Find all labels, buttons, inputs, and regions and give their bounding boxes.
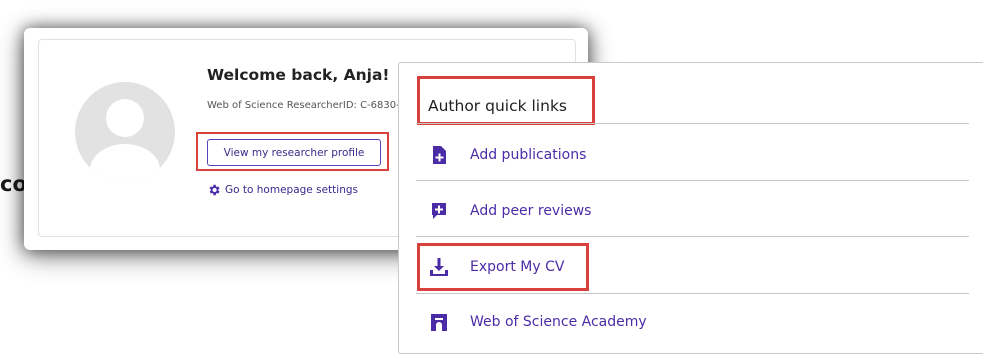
profile-button-highlight — [196, 132, 389, 171]
export-cv-link[interactable]: Export My CV — [428, 253, 564, 281]
divider — [416, 293, 969, 294]
gear-icon — [209, 184, 220, 196]
divider — [416, 123, 969, 124]
avatar-body — [90, 144, 160, 182]
download-icon — [430, 258, 448, 276]
add-peer-reviews-link[interactable]: Add peer reviews — [428, 197, 591, 225]
export-cv-label: Export My CV — [470, 259, 565, 275]
avatar-head — [106, 99, 144, 137]
review-plus-icon — [432, 203, 446, 219]
document-plus-icon — [433, 146, 446, 164]
web-of-science-academy-link[interactable]: Web of Science Academy — [428, 308, 647, 336]
homepage-settings-label: Go to homepage settings — [225, 184, 358, 196]
divider — [416, 180, 969, 181]
divider — [416, 236, 969, 237]
web-of-science-academy-label: Web of Science Academy — [470, 314, 647, 330]
add-publications-label: Add publications — [470, 147, 587, 163]
researcher-id: Web of Science ResearcherID: C-6830- — [207, 100, 400, 111]
add-peer-reviews-label: Add peer reviews — [470, 203, 592, 219]
quick-links-title-highlight — [417, 76, 595, 125]
academy-icon — [431, 314, 447, 331]
homepage-settings-link[interactable]: Go to homepage settings — [207, 183, 358, 197]
partial-background-text: co — [0, 172, 27, 196]
welcome-title: Welcome back, Anja! — [207, 66, 390, 84]
add-publications-link[interactable]: Add publications — [428, 141, 586, 169]
author-quick-links-card: Author quick links Add publications Add … — [398, 62, 983, 354]
avatar — [75, 82, 175, 182]
